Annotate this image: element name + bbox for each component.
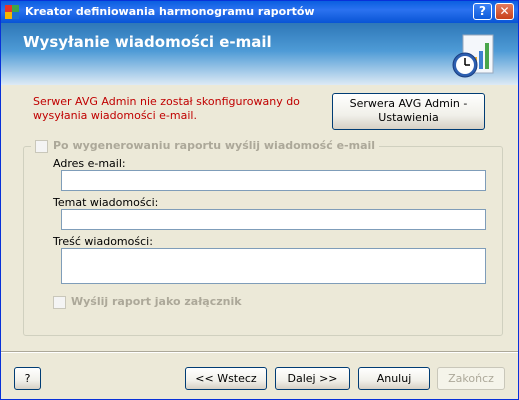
send-email-checkbox-label: Po wygenerowaniu raportu wyślij wiadomoś…: [53, 139, 376, 152]
help-button[interactable]: ?: [14, 367, 41, 390]
attach-report-label: Wyślij raport jako załącznik: [71, 295, 242, 308]
attach-report-row[interactable]: Wyślij raport jako załącznik: [53, 295, 242, 309]
back-button[interactable]: << Wstecz: [185, 367, 267, 390]
wizard-window: Kreator definiowania harmonogramu raport…: [0, 0, 519, 400]
message-body-label: Treść wiadomości:: [53, 235, 153, 248]
finish-button[interactable]: Zakończ: [437, 367, 505, 390]
email-address-label: Adres e-mail:: [53, 157, 126, 170]
cancel-button[interactable]: Anuluj: [358, 367, 430, 390]
footer-separator: [1, 351, 518, 353]
subject-input[interactable]: [61, 209, 486, 230]
avg-app-icon: [5, 5, 19, 19]
email-address-input[interactable]: [61, 170, 486, 191]
server-settings-label-line2: Ustawienia: [378, 111, 439, 124]
subject-label: Temat wiadomości:: [53, 196, 159, 209]
title-bar[interactable]: Kreator definiowania harmonogramu raport…: [1, 1, 518, 23]
page-title: Wysyłanie wiadomości e-mail: [23, 33, 272, 51]
next-button[interactable]: Dalej >>: [275, 367, 350, 390]
send-email-checkbox[interactable]: [35, 139, 48, 153]
close-button[interactable]: ✕: [495, 3, 514, 20]
smtp-warning-text: Serwer AVG Admin nie został skonfigurowa…: [33, 95, 300, 122]
message-body-textarea[interactable]: [61, 248, 486, 284]
help-title-button[interactable]: ?: [473, 3, 492, 20]
window-title: Kreator definiowania harmonogramu raport…: [25, 5, 315, 18]
wizard-banner: Wysyłanie wiadomości e-mail: [1, 23, 518, 85]
server-settings-label-line1: Serwera AVG Admin -: [349, 97, 468, 110]
send-email-checkbox-row[interactable]: Po wygenerowaniu raportu wyślij wiadomoś…: [31, 139, 380, 153]
attach-report-checkbox[interactable]: [53, 295, 66, 309]
clock-chart-icon: [452, 34, 494, 78]
server-settings-button[interactable]: Serwera AVG Admin - Ustawienia: [332, 93, 485, 130]
